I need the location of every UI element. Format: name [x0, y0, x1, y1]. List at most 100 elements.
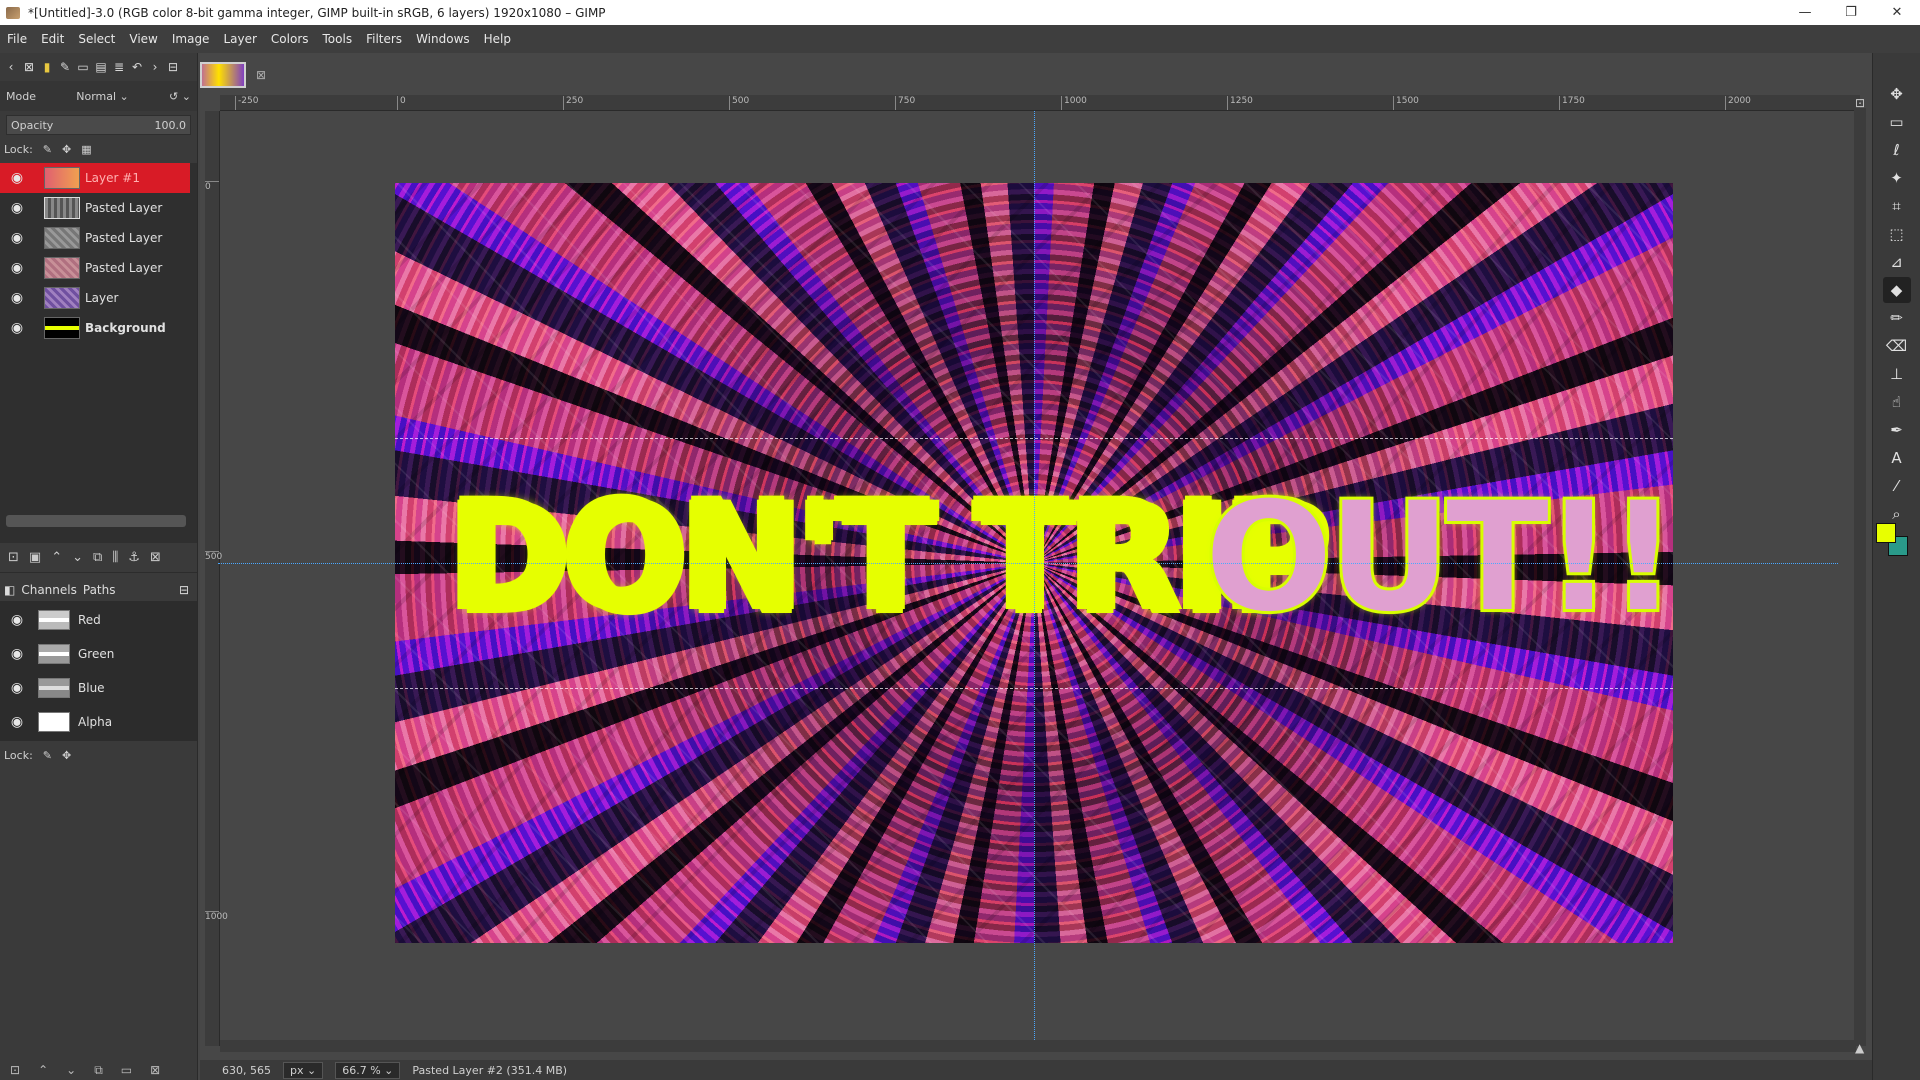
warp-transform-tool-icon[interactable]: ⊿: [1883, 249, 1911, 275]
tool-options-icon[interactable]: ⊠: [22, 60, 36, 74]
tab-menu-icon[interactable]: ⊟: [179, 583, 189, 597]
maximize-button[interactable]: ❐: [1828, 0, 1874, 25]
new-layer-icon[interactable]: ▣: [29, 550, 41, 565]
minimize-button[interactable]: —: [1782, 0, 1828, 25]
lock-alpha-icon[interactable]: ▦: [81, 143, 91, 156]
vertical-ruler[interactable]: 0 500 1000: [205, 111, 228, 1046]
layer-row[interactable]: ◉ Layer: [0, 283, 118, 313]
eraser-tool-icon[interactable]: ⌫: [1883, 333, 1911, 359]
undo-icon[interactable]: ↶: [130, 60, 144, 74]
visibility-eye-icon[interactable]: ◉: [0, 200, 34, 216]
menu-colors[interactable]: Colors: [264, 32, 316, 46]
opacity-value[interactable]: 100.0: [155, 119, 187, 132]
paintbrush-tool-icon[interactable]: ✏: [1883, 305, 1911, 331]
horizontal-scrollbar[interactable]: [220, 1040, 1856, 1052]
menu-edit[interactable]: Edit: [34, 32, 71, 46]
layer-name[interactable]: Background: [85, 321, 166, 335]
anchor-layer-icon[interactable]: ⚓: [128, 550, 140, 565]
visibility-eye-icon[interactable]: ◉: [0, 680, 34, 696]
tab-paths[interactable]: Paths: [83, 583, 116, 597]
layers-icon[interactable]: ≣: [112, 60, 126, 74]
layer-row[interactable]: ◉ Pasted Layer: [0, 193, 162, 223]
paths-tool-icon[interactable]: ✒: [1883, 417, 1911, 443]
zoom-fit-icon[interactable]: ⊡: [1855, 96, 1865, 110]
horizontal-guide[interactable]: [218, 563, 1838, 564]
visibility-eye-icon[interactable]: ◉: [0, 230, 34, 246]
vertical-scrollbar[interactable]: [1854, 108, 1866, 1046]
layer-row[interactable]: ◉ Background: [0, 313, 166, 343]
menu-layer[interactable]: Layer: [216, 32, 263, 46]
visibility-eye-icon[interactable]: ◉: [0, 260, 34, 276]
unit-select[interactable]: px ⌄: [282, 1061, 324, 1079]
layer-row[interactable]: ◉ Layer #1: [0, 163, 190, 193]
delete-layer-icon[interactable]: ⊠: [150, 550, 161, 565]
layer-name[interactable]: Layer #1: [85, 171, 140, 185]
visibility-eye-icon[interactable]: ◉: [0, 320, 34, 336]
channel-row[interactable]: ◉ Red: [0, 603, 197, 637]
channel-row[interactable]: ◉ Green: [0, 637, 197, 671]
visibility-eye-icon[interactable]: ◉: [0, 612, 34, 628]
mode-select[interactable]: Normal ⌄: [76, 90, 129, 103]
vertical-guide[interactable]: [1034, 111, 1035, 1046]
layer-list-scrollbar[interactable]: [6, 515, 186, 527]
merge-layer-icon[interactable]: ⫼: [112, 550, 118, 565]
move-tool-icon[interactable]: ✥: [1883, 81, 1911, 107]
lower-icon[interactable]: ⌄: [66, 1063, 76, 1077]
bucket-fill-tool-icon[interactable]: ◆: [1882, 277, 1911, 303]
color-picker-tool-icon[interactable]: ⁄: [1883, 473, 1911, 499]
dock-menu-icon[interactable]: ⊟: [166, 60, 180, 74]
monitor-icon[interactable]: ▭: [76, 60, 90, 74]
duplicate-layer-icon[interactable]: ⧉: [93, 550, 102, 565]
crop-tool-icon[interactable]: ⌗: [1883, 193, 1911, 219]
printer-icon[interactable]: ▤: [94, 60, 108, 74]
pencil-icon[interactable]: ✎: [58, 60, 72, 74]
channel-row[interactable]: ◉ Alpha: [0, 705, 197, 739]
visibility-eye-icon[interactable]: ◉: [0, 170, 34, 186]
layer-row[interactable]: ◉ Pasted Layer: [0, 223, 162, 253]
chevron-right-icon[interactable]: ›: [148, 60, 162, 74]
lock-position-icon[interactable]: ✥: [62, 749, 71, 762]
brush-icon[interactable]: ▮: [40, 60, 54, 74]
new-layer-group-icon[interactable]: ⊡: [8, 550, 19, 565]
close-image-tab-icon[interactable]: ⊠: [256, 68, 266, 82]
lock-position-icon[interactable]: ✥: [62, 143, 71, 156]
close-button[interactable]: ✕: [1874, 0, 1920, 25]
menu-filters[interactable]: Filters: [359, 32, 409, 46]
horizontal-ruler[interactable]: -250 0 250 500 750 1000 1250 1500 1750 2…: [220, 95, 1860, 111]
lower-layer-icon[interactable]: ⌄: [72, 550, 83, 565]
smudge-tool-icon[interactable]: ☝: [1883, 389, 1911, 415]
menu-view[interactable]: View: [122, 32, 164, 46]
opacity-slider[interactable]: Opacity 100.0: [6, 115, 191, 135]
lock-pixels-icon[interactable]: ✎: [43, 749, 52, 762]
new-icon[interactable]: ⊡: [10, 1063, 20, 1077]
lasso-tool-icon[interactable]: ℓ: [1883, 137, 1911, 163]
menu-file[interactable]: File: [0, 32, 34, 46]
visibility-eye-icon[interactable]: ◉: [0, 714, 34, 730]
edit-icon[interactable]: ▭: [121, 1063, 132, 1077]
layer-name[interactable]: Pasted Layer: [85, 201, 162, 215]
tab-channels[interactable]: Channels: [21, 583, 77, 597]
channel-row[interactable]: ◉ Blue: [0, 671, 197, 705]
raise-icon[interactable]: ⌃: [38, 1063, 48, 1077]
duplicate-icon[interactable]: ⧉: [94, 1063, 103, 1078]
rect-select-tool-icon[interactable]: ▭: [1883, 109, 1911, 135]
chevron-left-icon[interactable]: ‹: [4, 60, 18, 74]
delete-icon[interactable]: ⊠: [150, 1063, 160, 1077]
zoom-select[interactable]: 66.7 % ⌄: [335, 1061, 401, 1079]
text-tool-icon[interactable]: A: [1883, 445, 1911, 471]
image-tab-thumbnail[interactable]: [200, 62, 246, 88]
visibility-eye-icon[interactable]: ◉: [0, 646, 34, 662]
mode-reset-icon[interactable]: ↺ ⌄: [169, 90, 191, 103]
visibility-eye-icon[interactable]: ◉: [0, 290, 34, 306]
foreground-color-swatch[interactable]: [1876, 523, 1896, 543]
channels-tab-icon[interactable]: ◧: [4, 583, 15, 597]
navigate-icon[interactable]: ▲: [1855, 1041, 1864, 1055]
clone-tool-icon[interactable]: ⊥: [1883, 361, 1911, 387]
layer-name[interactable]: Pasted Layer: [85, 231, 162, 245]
menu-tools[interactable]: Tools: [316, 32, 360, 46]
unified-transform-tool-icon[interactable]: ⬚: [1883, 221, 1911, 247]
menu-image[interactable]: Image: [165, 32, 217, 46]
layer-name[interactable]: Pasted Layer: [85, 261, 162, 275]
menu-help[interactable]: Help: [477, 32, 518, 46]
menu-windows[interactable]: Windows: [409, 32, 477, 46]
